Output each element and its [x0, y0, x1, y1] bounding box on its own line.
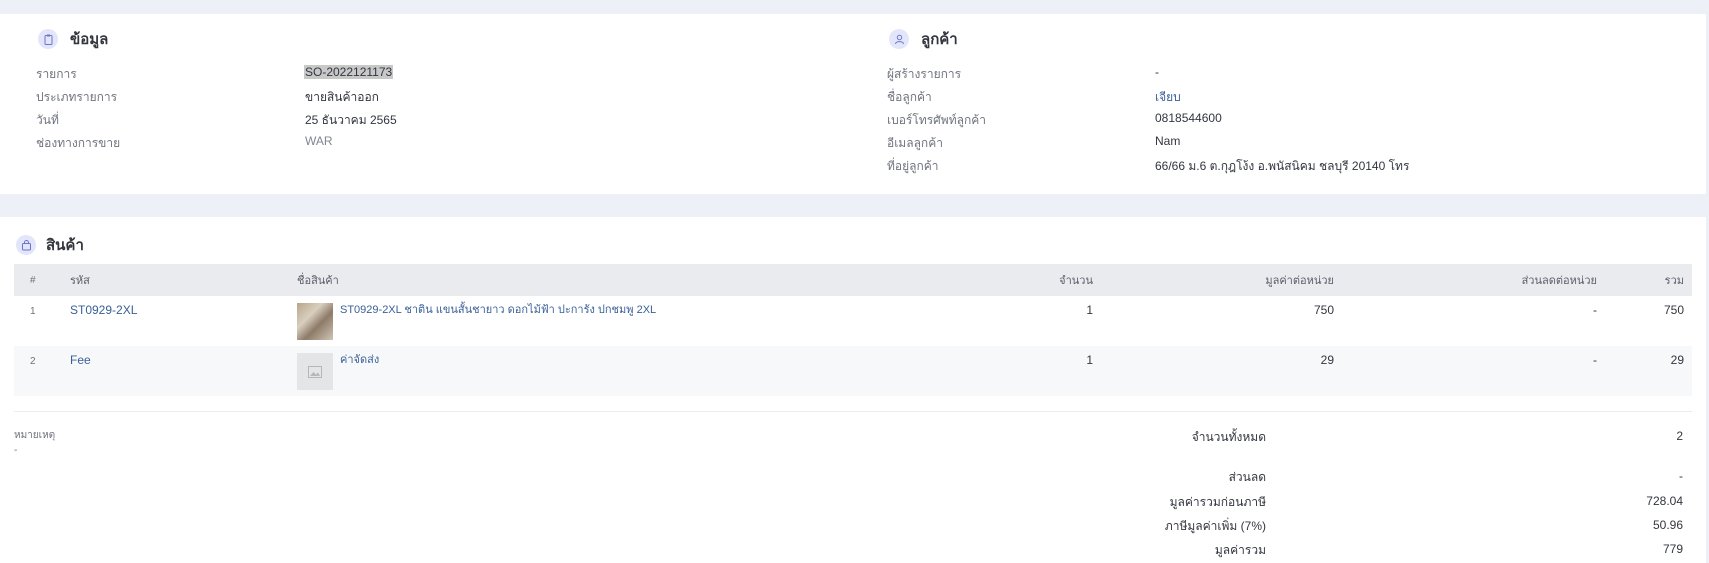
customer-phone-label: เบอร์โทรศัพท์ลูกค้า — [887, 113, 986, 127]
total-quantity-label: จำนวนทั้งหมด — [1191, 430, 1266, 444]
product-code-link[interactable]: ST0929-2XL — [70, 303, 137, 317]
products-section-header: สินค้า — [16, 233, 84, 257]
order-number-value[interactable]: SO-2022121173 — [304, 65, 394, 79]
row-qty: 1 — [969, 346, 1101, 396]
row-discount: - — [1342, 296, 1605, 346]
sales-channel-value: WAR — [305, 134, 333, 148]
order-info-card: ข้อมูล รายการ SO-2022121173 ประเภทรายการ… — [0, 14, 1706, 194]
shopping-bag-icon — [16, 235, 36, 255]
discount-value: - — [1679, 469, 1683, 483]
info-section-header: ข้อมูล — [38, 27, 108, 51]
sales-channel-label: ช่องทางการขาย — [36, 136, 121, 150]
col-index-header: # — [14, 264, 62, 296]
grand-total-value: 779 — [1662, 542, 1683, 556]
product-name-link[interactable]: ค่าจัดส่ง — [340, 353, 379, 367]
note-value: - — [14, 445, 18, 456]
order-date-value: 25 ธันวาคม 2565 — [305, 113, 397, 127]
customer-section-title: ลูกค้า — [921, 31, 958, 48]
grand-total-label: มูลค่ารวม — [1214, 543, 1266, 557]
total-quantity-value: 2 — [1676, 429, 1683, 443]
order-number-label: รายการ — [36, 67, 77, 81]
clipboard-icon — [38, 29, 58, 49]
customer-email-label: อีเมลลูกค้า — [887, 136, 943, 150]
discount-label: ส่วนลด — [1228, 470, 1266, 484]
order-type-value: ขายสินค้าออก — [305, 90, 379, 104]
products-section-title: สินค้า — [46, 237, 84, 254]
subtotal-before-tax-label: มูลค่ารวมก่อนภาษี — [1169, 495, 1266, 509]
creator-value: - — [1155, 65, 1159, 79]
customer-email-value: Nam — [1155, 134, 1181, 148]
products-table: # รหัส ชื่อสินค้า จำนวน มูลค่าต่อหน่วย ส… — [14, 264, 1692, 396]
customer-address-label: ที่อยู่ลูกค้า — [887, 159, 939, 173]
creator-label: ผู้สร้างรายการ — [887, 67, 962, 81]
col-qty-header: จำนวน — [969, 264, 1101, 296]
customer-section-header: ลูกค้า — [889, 27, 958, 51]
note-label: หมายเหตุ — [14, 430, 56, 441]
order-date-label: วันที่ — [36, 113, 59, 127]
customer-name-label: ชื่อลูกค้า — [887, 90, 932, 104]
row-total: 750 — [1605, 296, 1692, 346]
vat-label: ภาษีมูลค่าเพิ่ม (7%) — [1164, 519, 1266, 533]
image-placeholder-icon — [297, 353, 333, 390]
product-name-link[interactable]: ST0929-2XL ชาติน แขนสั้นชายาว ดอกไม้ฟ้า … — [340, 303, 656, 317]
vat-value: 50.96 — [1652, 518, 1683, 532]
summary-divider — [14, 411, 1692, 412]
customer-name-link[interactable]: เจียบ — [1155, 88, 1181, 107]
row-qty: 1 — [969, 296, 1101, 346]
table-row: 2 Fee ค่าจัดส่ง 1 29 - 29 — [14, 346, 1692, 396]
customer-phone-value: 0818544600 — [1155, 111, 1222, 125]
user-icon — [889, 29, 909, 49]
col-discount-header: ส่วนลดต่อหน่วย — [1342, 264, 1605, 296]
table-header-row: # รหัส ชื่อสินค้า จำนวน มูลค่าต่อหน่วย ส… — [14, 264, 1692, 296]
table-row: 1 ST0929-2XL ST0929-2XL ชาติน แขนสั้นชาย… — [14, 296, 1692, 346]
col-code-header: รหัส — [62, 264, 289, 296]
row-discount: - — [1342, 346, 1605, 396]
subtotal-before-tax-value: 728.04 — [1646, 494, 1683, 508]
row-unit-price: 750 — [1101, 296, 1342, 346]
row-unit-price: 29 — [1101, 346, 1342, 396]
customer-address-value: 66/66 ม.6 ต.กุฎโง้ง อ.พนัสนิคม ชลบุรี 20… — [1155, 159, 1410, 173]
row-total: 29 — [1605, 346, 1692, 396]
row-index: 2 — [30, 356, 36, 367]
col-total-header: รวม — [1605, 264, 1692, 296]
row-index: 1 — [30, 306, 36, 317]
info-section-title: ข้อมูล — [70, 31, 109, 48]
product-thumbnail[interactable] — [297, 303, 333, 340]
col-name-header: ชื่อสินค้า — [289, 264, 969, 296]
order-type-label: ประเภทรายการ — [36, 90, 118, 104]
product-code-link[interactable]: Fee — [70, 353, 91, 367]
products-card: สินค้า # รหัส ชื่อสินค้า จำนวน มูลค่าต่อ… — [0, 217, 1706, 563]
col-unit-price-header: มูลค่าต่อหน่วย — [1101, 264, 1342, 296]
